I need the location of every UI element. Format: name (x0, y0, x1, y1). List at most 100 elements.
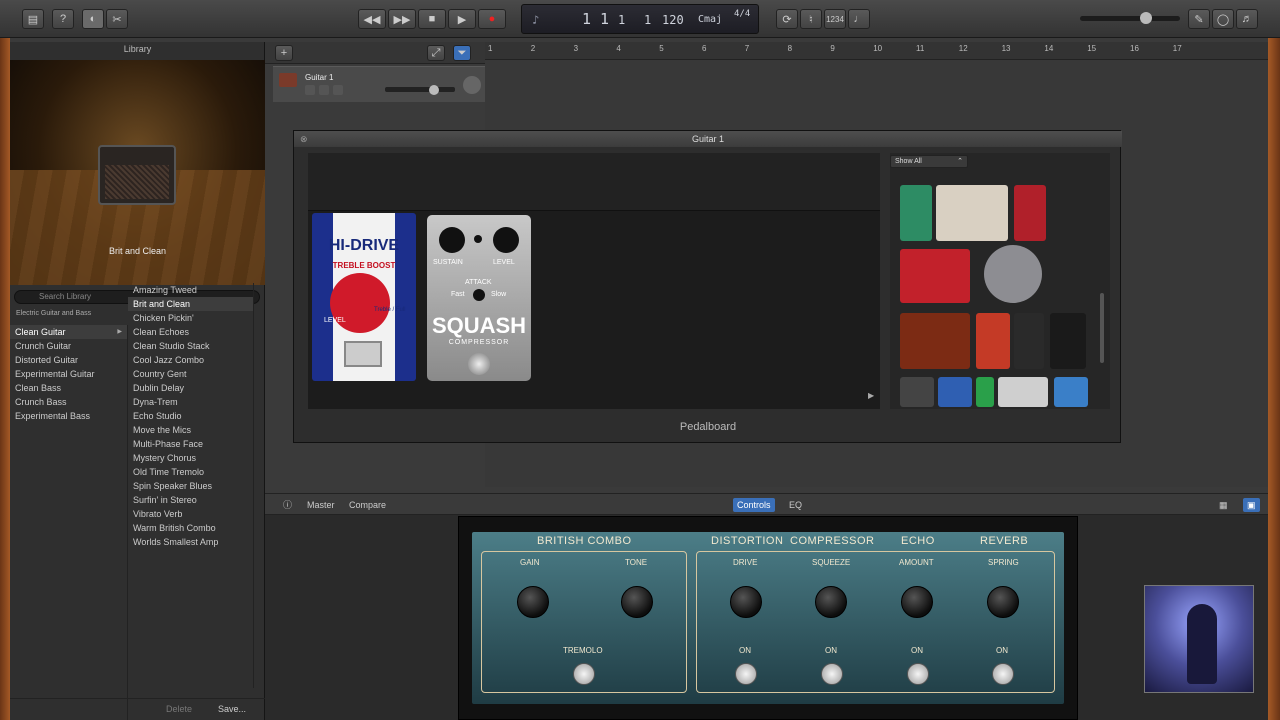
squash-footswitch[interactable] (468, 353, 490, 375)
close-icon[interactable]: ⊗ (300, 134, 308, 145)
patch-item[interactable]: Multi-Phase Face (128, 437, 253, 451)
patch-item[interactable]: Echo Studio (128, 409, 253, 423)
media-browser-button[interactable]: ♬ (1236, 9, 1258, 29)
filter-button[interactable]: ⏷ (453, 45, 471, 61)
drive-knob[interactable] (730, 586, 762, 618)
category-item[interactable]: Experimental Bass (10, 409, 127, 423)
category-item[interactable]: Clean Bass (10, 381, 127, 395)
pedal-thumb-green[interactable] (900, 185, 932, 241)
patch-item[interactable]: Country Gent (128, 367, 253, 381)
record-button[interactable]: ● (478, 9, 506, 29)
track-volume-slider[interactable] (385, 87, 455, 92)
hi-drive-pedal[interactable]: HI-DRIVE TREBLE BOOST LEVEL Treble / Ful… (312, 213, 416, 381)
pedal-thumb-row4-1[interactable] (900, 377, 934, 407)
editors-button[interactable]: ✂ (106, 9, 128, 29)
pedal-thumb-flange[interactable] (936, 185, 1008, 241)
library-toggle-button[interactable]: ▤ (22, 9, 44, 29)
layout-icon[interactable]: ▦ (1215, 498, 1232, 512)
pedal-thumb-row4-5[interactable] (1054, 377, 1088, 407)
pedal-thumb-delay[interactable] (998, 377, 1048, 407)
tuner-button[interactable]: ♮ (800, 9, 822, 29)
save-button[interactable]: Save... (218, 704, 246, 714)
category-item[interactable]: Experimental Guitar (10, 367, 127, 381)
stop-button[interactable]: ■ (418, 9, 446, 29)
tone-knob[interactable] (621, 586, 653, 618)
pedal-browser-scrollbar[interactable] (1100, 293, 1104, 363)
cycle-button[interactable]: ⟳ (776, 9, 798, 29)
attack-switch[interactable] (473, 289, 485, 301)
patch-item[interactable]: Clean Studio Stack (128, 339, 253, 353)
compressor-toggle[interactable] (821, 663, 843, 685)
category-item[interactable]: Clean Guitar ▶ (10, 325, 127, 339)
master-button[interactable]: Master (303, 498, 339, 512)
patch-item[interactable]: Clean Echoes (128, 325, 253, 339)
track-header[interactable]: Guitar 1 (273, 66, 485, 102)
squash-pedal[interactable]: SUSTAIN LEVEL ATTACK Fast Slow SQUASH CO… (427, 215, 531, 381)
reverb-toggle[interactable] (992, 663, 1014, 685)
record-enable-button[interactable] (333, 85, 343, 95)
squash-level-knob[interactable] (493, 227, 519, 253)
play-button[interactable]: ▶ (448, 9, 476, 29)
pan-knob[interactable] (463, 76, 481, 94)
pedal-thumb-fuzz[interactable] (900, 313, 970, 369)
add-track-button[interactable]: + (275, 45, 293, 61)
hi-drive-footswitch[interactable] (344, 341, 382, 367)
metronome-button[interactable]: ♩ (848, 9, 870, 29)
rewind-button[interactable]: ◀◀ (358, 9, 386, 29)
count-in-button[interactable]: 1234 (824, 9, 846, 29)
track-volume-handle[interactable] (429, 85, 439, 95)
pedal-thumb-row4-2[interactable] (938, 377, 972, 407)
gain-knob[interactable] (517, 586, 549, 618)
scroll-right-icon[interactable]: ▶ (868, 391, 874, 400)
show-all-dropdown[interactable]: Show All ⌃ (890, 155, 968, 168)
loop-browser-button[interactable]: ◯ (1212, 9, 1234, 29)
lcd-display[interactable]: ♪ 1 1 1 1 120 Cmaj 4/4 (521, 4, 759, 34)
patch-item[interactable]: Mystery Chorus (128, 451, 253, 465)
compare-button[interactable]: Compare (345, 498, 390, 512)
pedal-thumb-red[interactable] (1014, 185, 1046, 241)
plugins-icon[interactable]: ▣ (1243, 498, 1260, 512)
patch-item[interactable]: Chicken Pickin' (128, 311, 253, 325)
amount-knob[interactable] (901, 586, 933, 618)
patch-item[interactable]: Surfin' in Stereo (128, 493, 253, 507)
patch-item[interactable]: Old Time Tremolo (128, 465, 253, 479)
category-item[interactable]: Distorted Guitar (10, 353, 127, 367)
spring-knob[interactable] (987, 586, 1019, 618)
patch-item[interactable]: Worlds Smallest Amp (128, 535, 253, 549)
patch-item[interactable]: Move the Mics (128, 423, 253, 437)
squeeze-knob[interactable] (815, 586, 847, 618)
notepad-button[interactable]: ✎ (1188, 9, 1210, 29)
master-volume-slider[interactable] (1080, 16, 1180, 21)
pedal-thumb-orange[interactable] (976, 313, 1010, 369)
pedal-thumb-rotary[interactable] (984, 245, 1042, 303)
eq-tab[interactable]: EQ (785, 498, 806, 512)
patch-item[interactable]: Warm British Combo (128, 521, 253, 535)
sustain-knob[interactable] (439, 227, 465, 253)
master-volume-handle[interactable] (1140, 12, 1152, 24)
pedal-thumb-dark[interactable] (1050, 313, 1086, 369)
delete-button[interactable]: Delete (166, 704, 192, 714)
patch-item[interactable]: Brit and Clean (128, 297, 253, 311)
track-name[interactable]: Guitar 1 (305, 73, 333, 82)
breadcrumb[interactable]: Electric Guitar and Bass (16, 310, 91, 317)
echo-toggle[interactable] (907, 663, 929, 685)
patch-item[interactable]: Amazing Tweed (128, 283, 253, 297)
controls-tab[interactable]: Controls (733, 498, 775, 512)
patch-item[interactable]: Cool Jazz Combo (128, 353, 253, 367)
pedal-chain[interactable]: HI-DRIVE TREBLE BOOST LEVEL Treble / Ful… (308, 153, 880, 409)
pedal-thumb-row4-3[interactable] (976, 377, 994, 407)
patch-item[interactable]: Spin Speaker Blues (128, 479, 253, 493)
hi-drive-level-knob[interactable] (330, 273, 390, 333)
help-button[interactable]: ? (52, 9, 74, 29)
pedal-thumb-tremolo[interactable] (900, 249, 970, 303)
tremolo-toggle[interactable] (573, 663, 595, 685)
category-item[interactable]: Crunch Guitar (10, 339, 127, 353)
patch-item[interactable]: Dublin Delay (128, 381, 253, 395)
patch-item[interactable]: Dyna-Trem (128, 395, 253, 409)
solo-button[interactable] (319, 85, 329, 95)
patch-item[interactable]: Vibrato Verb (128, 507, 253, 521)
pedal-thumb-black[interactable] (1014, 313, 1044, 369)
distortion-toggle[interactable] (735, 663, 757, 685)
catch-button[interactable]: ⤢ (427, 45, 445, 61)
ruler[interactable]: 1 2 3 4 5 6 7 8 9 10 11 12 13 14 15 16 17 (485, 42, 1268, 60)
